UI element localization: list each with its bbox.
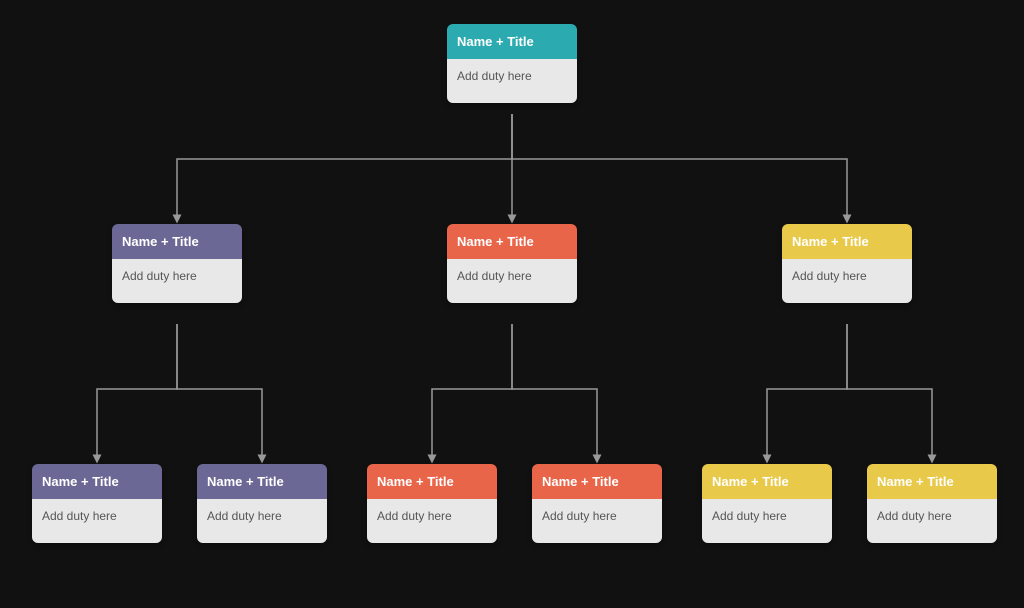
node-bc2[interactable]: Name + Title Add duty here	[532, 464, 662, 543]
node-br1-body: Add duty here	[702, 499, 832, 543]
node-bl1-body: Add duty here	[32, 499, 162, 543]
node-br2-header: Name + Title	[867, 464, 997, 499]
node-bc1-header: Name + Title	[367, 464, 497, 499]
node-mid-right-header: Name + Title	[782, 224, 912, 259]
node-bc2-body: Add duty here	[532, 499, 662, 543]
node-mid-center-body: Add duty here	[447, 259, 577, 303]
node-br2-body: Add duty here	[867, 499, 997, 543]
node-mid-left-body: Add duty here	[112, 259, 242, 303]
node-mid-right[interactable]: Name + Title Add duty here	[782, 224, 912, 303]
node-mid-left[interactable]: Name + Title Add duty here	[112, 224, 242, 303]
node-root[interactable]: Name + Title Add duty here	[447, 24, 577, 103]
node-root-body: Add duty here	[447, 59, 577, 103]
node-mid-center-header: Name + Title	[447, 224, 577, 259]
node-bl1[interactable]: Name + Title Add duty here	[32, 464, 162, 543]
node-br1[interactable]: Name + Title Add duty here	[702, 464, 832, 543]
node-root-header: Name + Title	[447, 24, 577, 59]
node-bl2-body: Add duty here	[197, 499, 327, 543]
node-bc2-header: Name + Title	[532, 464, 662, 499]
node-br2[interactable]: Name + Title Add duty here	[867, 464, 997, 543]
node-bl2[interactable]: Name + Title Add duty here	[197, 464, 327, 543]
org-chart: Name + Title Add duty here Name + Title …	[22, 14, 1002, 594]
node-bl1-header: Name + Title	[32, 464, 162, 499]
node-br1-header: Name + Title	[702, 464, 832, 499]
node-mid-right-body: Add duty here	[782, 259, 912, 303]
node-mid-center[interactable]: Name + Title Add duty here	[447, 224, 577, 303]
node-mid-left-header: Name + Title	[112, 224, 242, 259]
node-bc1-body: Add duty here	[367, 499, 497, 543]
node-bc1[interactable]: Name + Title Add duty here	[367, 464, 497, 543]
node-bl2-header: Name + Title	[197, 464, 327, 499]
